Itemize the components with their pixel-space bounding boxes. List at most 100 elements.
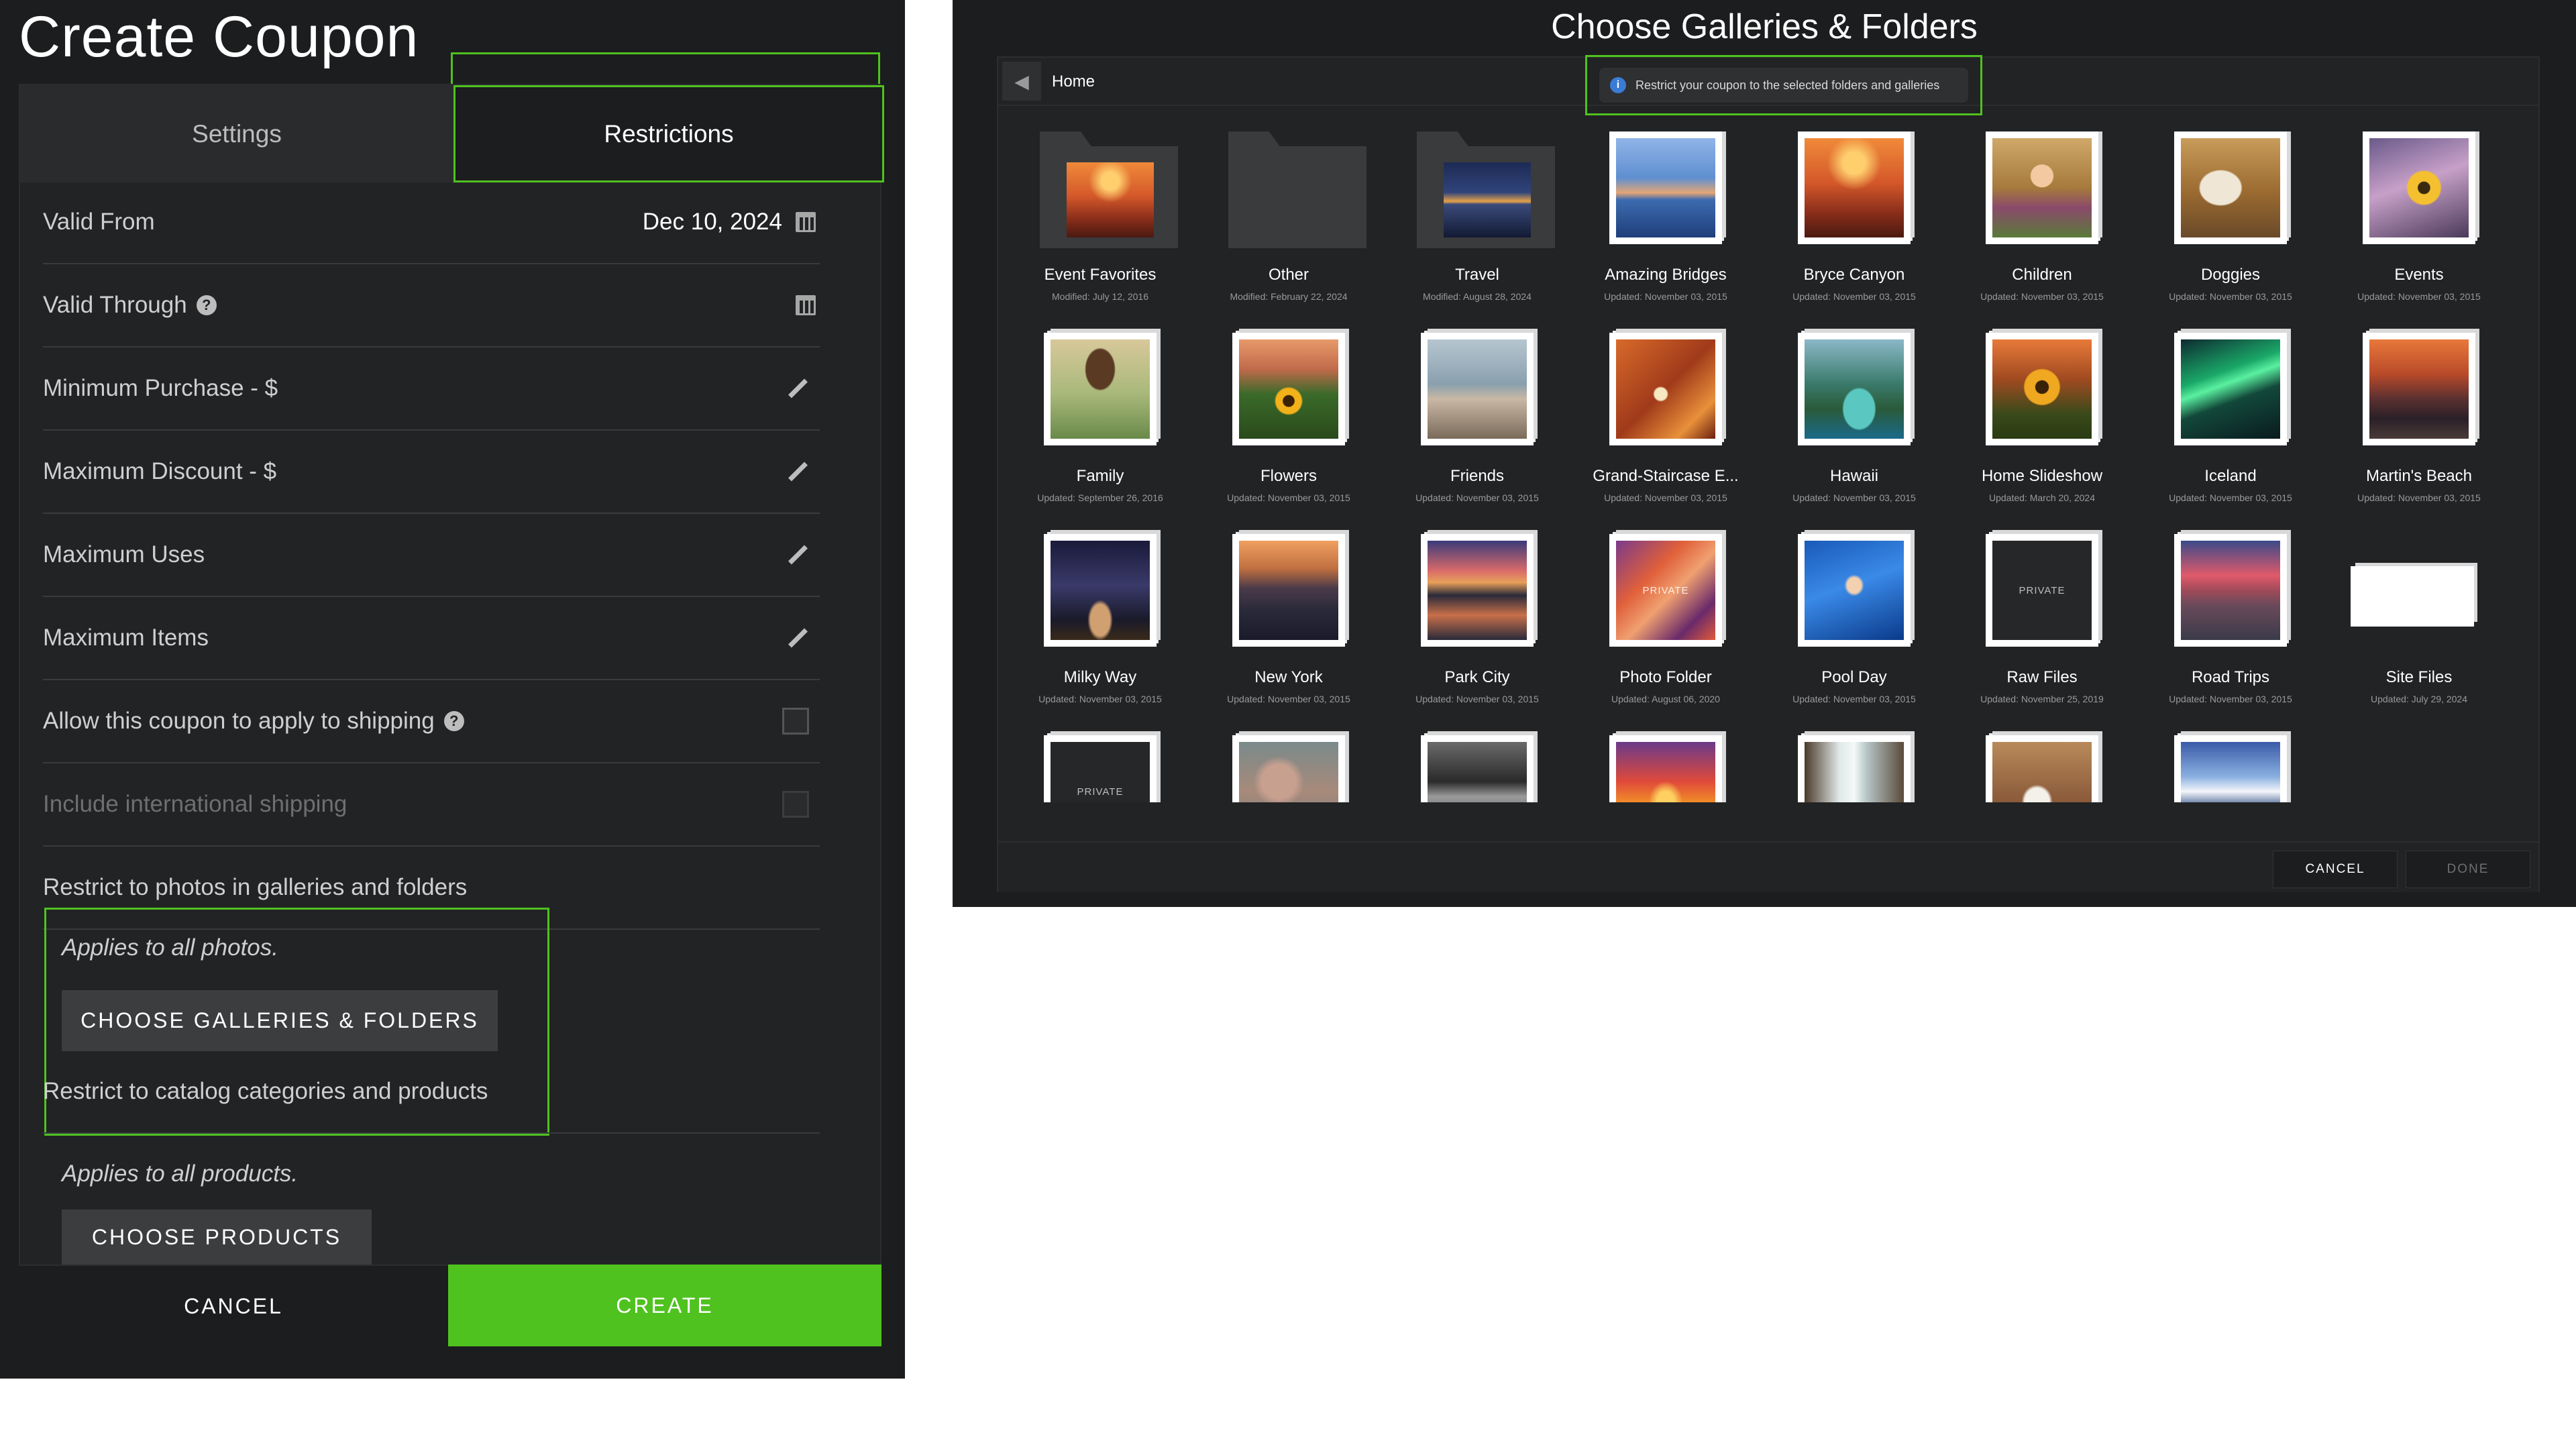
gallery-tile[interactable] [1760,735,1948,802]
gallery-tile[interactable]: Site Files Updated: July 29, 2024 [2325,534,2513,735]
gallery-tile[interactable] [1383,735,1571,802]
pencil-icon[interactable] [788,462,808,482]
gallery-tile[interactable]: PRIVATE [1006,735,1194,802]
gallery-name: Friends [1450,467,1505,485]
gallery-tile[interactable]: Bryce Canyon Updated: November 03, 2015 [1760,131,1948,333]
gallery-name: New York [1254,668,1323,686]
gallery-tile[interactable]: Hawaii Updated: November 03, 2015 [1760,333,1948,534]
gallery-updated-date: Updated: November 03, 2015 [2357,492,2481,503]
gallery-tile[interactable]: Flowers Updated: November 03, 2015 [1195,333,1383,534]
gallery-updated-date: Updated: November 03, 2015 [1980,291,2104,302]
dialog-cancel-button[interactable]: CANCEL [2273,851,2398,888]
cancel-button[interactable]: CANCEL [19,1265,448,1346]
maximum-discount-row[interactable]: Maximum Discount - $ [43,431,820,514]
info-icon: i [1610,77,1626,93]
gallery-tile[interactable]: Road Trips Updated: November 03, 2015 [2137,534,2324,735]
gallery-tile[interactable]: Children Updated: November 03, 2015 [1948,131,2136,333]
minimum-purchase-row[interactable]: Minimum Purchase - $ [43,347,820,431]
folder-icon [1040,131,1178,262]
maximum-items-row[interactable]: Maximum Items [43,597,820,680]
gallery-tile[interactable] [2137,735,2324,802]
gallery-tile[interactable]: Home Slideshow Updated: March 20, 2024 [1948,333,2136,534]
gallery-thumbnail [2363,333,2475,445]
gallery-updated-date: Updated: August 06, 2020 [1611,694,1720,704]
gallery-tile[interactable]: Milky Way Updated: November 03, 2015 [1006,534,1194,735]
gallery-cover-image [1805,541,1904,640]
gallery-tile[interactable]: Park City Updated: November 03, 2015 [1383,534,1571,735]
gallery-tile[interactable]: Iceland Updated: November 03, 2015 [2137,333,2324,534]
gallery-tile[interactable] [1195,735,1383,802]
gallery-cover-image [1051,541,1150,640]
gallery-name: Raw Files [2006,668,2078,686]
gallery-thumbnail: PRIVATE [1044,735,1157,802]
gallery-updated-date: Updated: November 03, 2015 [1227,694,1350,704]
gallery-cover-image [1428,339,1527,439]
folder-cover-image [1444,162,1531,237]
gallery-updated-date: Updated: November 03, 2015 [1415,694,1539,704]
dialog-title: Choose Galleries & Folders [1551,7,1978,46]
gallery-name: Family [1076,467,1124,485]
gallery-tile[interactable]: New York Updated: November 03, 2015 [1195,534,1383,735]
shipping-row: Allow this coupon to apply to shipping ? [43,680,820,763]
gallery-cover-image: PRIVATE [1616,541,1715,640]
gallery-name: Other [1268,266,1309,284]
gallery-tile[interactable]: PRIVATE Photo Folder Updated: August 06, 2… [1572,534,1760,735]
gallery-name: Travel [1455,266,1499,284]
calendar-icon[interactable] [796,212,816,232]
site-files-icon [2351,566,2474,627]
gallery-tile[interactable]: Doggies Updated: November 03, 2015 [2137,131,2324,333]
help-icon[interactable]: ? [196,295,217,315]
gallery-tile[interactable]: Amazing Bridges Updated: November 03, 201… [1572,131,1760,333]
gallery-tile[interactable] [1948,735,2136,802]
gallery-updated-date: Updated: November 03, 2015 [1604,291,1727,302]
choose-galleries-button[interactable]: CHOOSE GALLERIES & FOLDERS [62,990,498,1051]
maximum-uses-row[interactable]: Maximum Uses [43,514,820,597]
dialog-done-button[interactable]: DONE [2406,851,2530,888]
shipping-checkbox[interactable] [782,708,809,735]
calendar-icon[interactable] [796,295,816,315]
breadcrumb-home[interactable]: Home [1052,72,1095,91]
gallery-updated-date: Modified: August 28, 2024 [1423,291,1532,302]
gallery-tile[interactable]: Pool Day Updated: November 03, 2015 [1760,534,1948,735]
gallery-name: Site Files [2385,668,2453,686]
valid-from-value[interactable]: Dec 10, 2024 [643,209,782,235]
tab-restrictions[interactable]: Restrictions [453,85,884,182]
valid-from-row[interactable]: Valid From Dec 10, 2024 [43,181,820,264]
gallery-thumbnail [2174,333,2287,445]
gallery-updated-date: Updated: November 03, 2015 [1415,492,1539,503]
gallery-tile[interactable]: PRIVATE Raw Files Updated: November 25, 20… [1948,534,2136,735]
valid-through-row[interactable]: Valid Through ? [43,264,820,347]
gallery-tile[interactable]: Events Updated: November 03, 2015 [2325,131,2513,333]
page-title: Create Coupon [19,5,419,69]
folder-tile[interactable]: Other Modified: February 22, 2024 [1195,131,1383,333]
gallery-updated-date: Updated: March 20, 2024 [1989,492,2095,503]
pencil-icon[interactable] [788,378,808,398]
gallery-name: Bryce Canyon [1803,266,1905,284]
pencil-icon[interactable] [788,545,808,565]
gallery-thumbnail [1798,735,1911,802]
private-label: PRIVATE [1642,584,1689,596]
gallery-cover-image [1805,138,1904,237]
gallery-tile[interactable]: Family Updated: September 26, 2016 [1006,333,1194,534]
gallery-tile[interactable]: Friends Updated: November 03, 2015 [1383,333,1571,534]
folder-cover-image [1067,162,1154,237]
gallery-cover-image [2181,138,2280,237]
gallery-cover-image: PRIVATE [1992,541,2092,640]
folder-tile[interactable]: Travel Modified: August 28, 2024 [1383,131,1571,333]
choose-products-button[interactable]: CHOOSE PRODUCTS [62,1210,372,1265]
gallery-cover-image [1992,339,2092,439]
tab-settings[interactable]: Settings [20,85,453,182]
folder-tile[interactable]: Event Favorites Modified: July 12, 2016 [1006,131,1194,333]
gallery-tile[interactable] [1572,735,1760,802]
gallery-thumbnail: PRIVATE [1609,534,1722,647]
pencil-icon[interactable] [788,628,808,648]
gallery-thumbnail [2174,534,2287,647]
gallery-name: Milky Way [1063,668,1137,686]
gallery-tile[interactable]: Martin's Beach Updated: November 03, 2015 [2325,333,2513,534]
gallery-thumbnail [1798,534,1911,647]
back-arrow-icon[interactable]: ◀ [1002,62,1041,101]
gallery-name: Event Favorites [1044,266,1157,284]
gallery-tile[interactable]: Grand-Staircase E... Updated: November 03… [1572,333,1760,534]
help-icon[interactable]: ? [443,711,464,731]
create-button[interactable]: CREATE [448,1265,881,1346]
